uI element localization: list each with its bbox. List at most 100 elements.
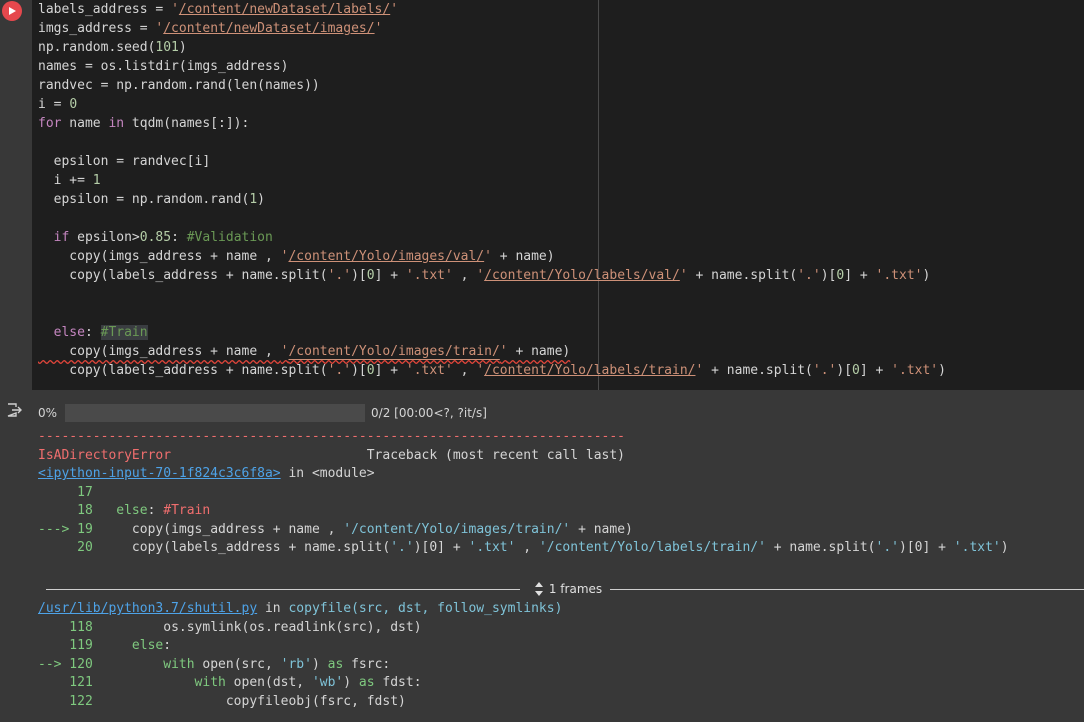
progress-row: 0% 0/2 [00:00<?, ?it/s] <box>38 404 487 422</box>
code-cell[interactable]: labels_address = ' /content/newDataset/la… <box>0 0 1084 390</box>
code-token: i += <box>38 173 93 188</box>
progress-bar <box>65 404 366 422</box>
code-editor[interactable]: labels_address = ' /content/newDataset/la… <box>32 0 1084 390</box>
traceback-token: '/content/Yolo/labels/train/' <box>538 540 766 555</box>
code-line: if epsilon>0.85: #Validation <box>38 228 946 247</box>
traceback-token: )[0] + <box>899 540 954 555</box>
code-token: ) <box>938 363 946 378</box>
code-token: randvec = np.random.rand(len(names)) <box>38 78 320 93</box>
code-token: 1 <box>92 173 101 188</box>
traceback-line: 17 <box>38 484 1009 503</box>
code-line: epsilon = randvec[i] <box>38 152 946 171</box>
code-token: imgs_address = <box>38 21 156 36</box>
traceback-token: ---> 19 <box>38 521 101 537</box>
code-token: , <box>452 268 477 283</box>
code-token: )[ <box>836 363 853 378</box>
code-token[interactable]: /content/newDataset/labels/ <box>179 2 390 17</box>
frames-toggle-button[interactable]: 1 frames <box>520 580 610 598</box>
code-token: '.' <box>327 268 352 283</box>
code-token: for <box>38 116 62 131</box>
code-token: copy(labels_address + name.split( <box>38 268 328 283</box>
code-token: '.' <box>327 363 352 378</box>
traceback-token: ----------------------------------------… <box>38 429 625 444</box>
progress-status: 0/2 [00:00<?, ?it/s] <box>371 406 487 420</box>
code-token[interactable]: /content/Yolo/images/val/ <box>288 249 484 264</box>
code-token: 0 <box>69 97 78 112</box>
traceback-token: '.txt' <box>953 540 1001 555</box>
traceback-frame-line: --> 120 with open(src, 'rb') as fsrc: <box>38 656 562 675</box>
traceback-frame-token: in <box>257 601 289 616</box>
code-token: : <box>171 230 187 245</box>
code-token: name <box>61 116 109 131</box>
traceback-token: 18 <box>38 503 101 518</box>
traceback-frame-token[interactable]: /usr/lib/python3.7/shutil.py <box>38 601 257 616</box>
code-token: copy(labels_address + name.split( <box>38 363 328 378</box>
code-token: ] + <box>374 363 406 378</box>
traceback-frame-token: copyfileobj(fsrc, fdst) <box>100 693 406 709</box>
run-cell-button[interactable] <box>2 1 22 21</box>
traceback-frame-token: with <box>163 656 195 672</box>
code-line: epsilon = np.random.rand(1) <box>38 190 946 209</box>
traceback-frame-token: : <box>163 638 172 653</box>
traceback-frame-token: 118 <box>38 619 101 635</box>
expand-collapse-icon <box>534 582 543 596</box>
code-token: + name) <box>491 249 555 264</box>
code-token[interactable]: /content/Yolo/labels/val/ <box>484 268 680 283</box>
code-token: #Train <box>100 325 148 340</box>
clear-output-icon[interactable] <box>6 402 22 418</box>
code-token[interactable]: /content/Yolo/labels/train/ <box>484 363 695 378</box>
traceback-frame-token: 121 <box>38 675 101 690</box>
code-line: copy(labels_address + name.split('.')[0]… <box>38 361 946 380</box>
traceback-token: '/content/Yolo/images/train/' <box>343 521 571 537</box>
traceback-token: else <box>100 503 148 518</box>
traceback-frame-line: 119 else: <box>38 637 562 656</box>
code-token: epsilon> <box>69 230 140 245</box>
code-token[interactable]: /content/Yolo/images/train/ <box>288 344 499 359</box>
code-token: '.txt' <box>405 363 453 378</box>
traceback-token: '.' <box>875 540 899 555</box>
traceback-token: '.' <box>390 540 414 555</box>
code-token: copy(imgs_address + name , <box>38 344 281 359</box>
code-token: ] + <box>374 268 406 283</box>
traceback-token: 20 <box>38 540 101 555</box>
code-token: np.random.seed( <box>38 40 156 55</box>
code-token: names = os.listdir(imgs_address) <box>38 59 289 74</box>
traceback-line: 18 else: #Train <box>38 502 1009 521</box>
code-line: names = os.listdir(imgs_address) <box>38 57 946 76</box>
code-token: ' <box>476 268 485 283</box>
traceback-frame-token: 119 <box>38 638 101 653</box>
traceback-frame-token: else <box>100 638 164 653</box>
code-line: i = 0 <box>38 95 946 114</box>
code-token: )[ <box>351 363 367 378</box>
code-token: ) <box>257 192 265 207</box>
code-token: )[ <box>820 268 837 283</box>
code-token: 0 <box>366 268 375 283</box>
traceback-token[interactable]: <ipython-input-70-1f824c3c6f8a> <box>38 466 281 481</box>
traceback-frame-token: ) <box>311 656 328 672</box>
code-line: copy(imgs_address + name , '/content/Yol… <box>38 247 946 266</box>
code-token[interactable]: /content/newDataset/images/ <box>163 21 374 36</box>
traceback-frame-line: 121 with open(dst, 'wb') as fdst: <box>38 674 562 693</box>
traceback-frame-line: 122 copyfileobj(fsrc, fdst) <box>38 693 562 712</box>
frames-rule-left <box>46 588 520 590</box>
code-token: #Validation <box>186 230 273 245</box>
code-token: ' <box>374 21 383 36</box>
error-squiggle: copy(imgs_address + name , '/content/Yol… <box>38 344 570 359</box>
traceback-frame-token: copyfile(src, dst, follow_symlinks) <box>288 601 563 616</box>
traceback-line: ---> 19 copy(imgs_address + name , '/con… <box>38 521 1009 540</box>
code-line: else: #Train <box>38 323 946 342</box>
traceback-token: IsADirectoryError <box>38 447 172 463</box>
code-token: labels_address = <box>38 2 172 17</box>
code-token: if <box>53 230 70 245</box>
traceback-line: ----------------------------------------… <box>38 428 1009 447</box>
code-token: ' <box>484 249 492 264</box>
code-line: imgs_address = '/content/newDataset/imag… <box>38 19 946 38</box>
code-line: copy(imgs_address + name , '/content/Yol… <box>38 342 946 361</box>
code-token: ' <box>499 344 508 359</box>
traceback-frame-token: open(src, <box>194 656 281 672</box>
code-token: + name.split( <box>687 268 798 283</box>
code-token: 0.85 <box>139 230 172 245</box>
code-token: + name.split( <box>703 363 813 378</box>
